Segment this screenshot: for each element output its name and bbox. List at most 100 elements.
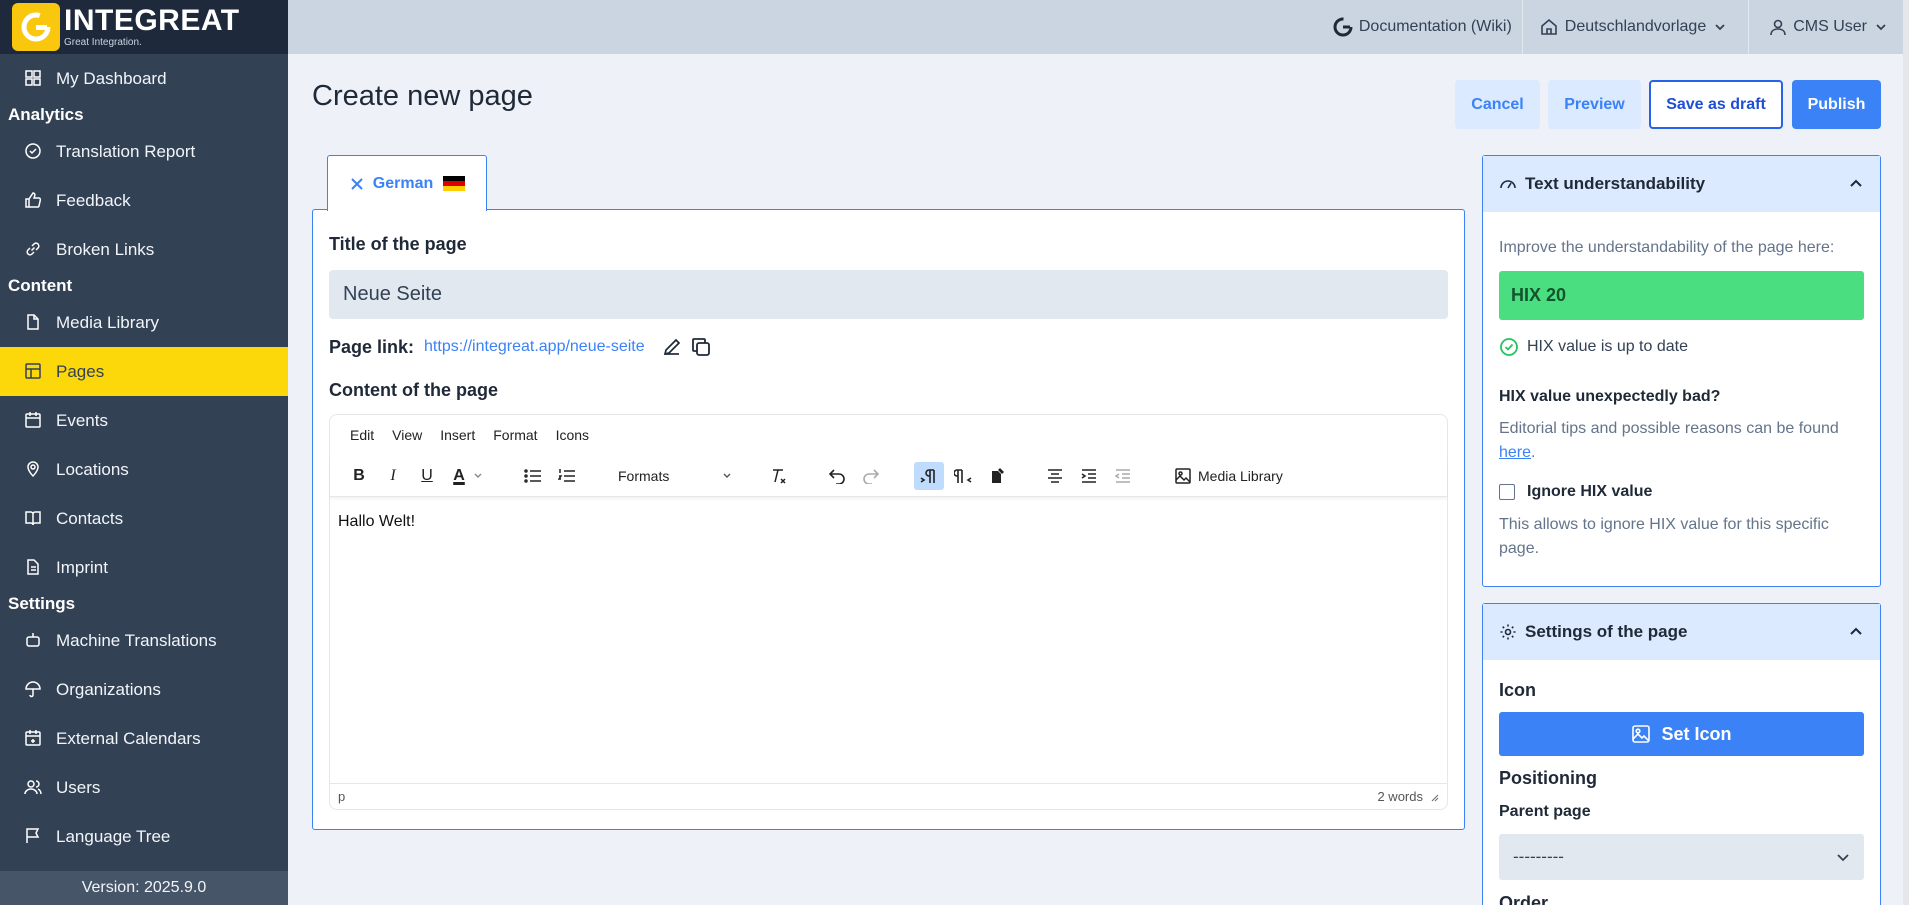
understandability-header[interactable]: Text understandability bbox=[1483, 156, 1880, 212]
close-icon[interactable] bbox=[349, 176, 365, 192]
menu-edit[interactable]: Edit bbox=[350, 427, 374, 443]
menu-icons[interactable]: Icons bbox=[556, 427, 589, 443]
save-draft-button[interactable]: Save as draft bbox=[1649, 80, 1783, 129]
title-input[interactable]: Neue Seite bbox=[329, 270, 1448, 319]
editor-menubar: Edit View Insert Format Icons bbox=[330, 415, 1447, 455]
understandability-title: Text understandability bbox=[1525, 174, 1706, 193]
hix-bad-heading: HIX value unexpectedly bad? bbox=[1499, 388, 1721, 405]
preview-button[interactable]: Preview bbox=[1548, 80, 1641, 129]
editor-statusbar: p 2 words bbox=[330, 783, 1447, 809]
clear-formatting-icon[interactable] bbox=[764, 462, 794, 490]
chevron-up-icon[interactable] bbox=[1848, 176, 1864, 192]
user-menu[interactable]: CMS User bbox=[1748, 0, 1909, 54]
sidebar-item-label: Users bbox=[56, 777, 101, 797]
outdent-icon[interactable] bbox=[1108, 462, 1138, 490]
icon-label: Icon bbox=[1499, 680, 1537, 700]
sidebar-item-broken-links[interactable]: Broken Links bbox=[0, 225, 288, 274]
sidebar-item-label: Broken Links bbox=[56, 239, 155, 259]
page-link-url[interactable]: https://integreat.app/neue-seite bbox=[424, 338, 645, 356]
tab-label: German bbox=[372, 174, 434, 192]
formats-dropdown[interactable]: Formats bbox=[610, 462, 740, 490]
undo-icon[interactable] bbox=[822, 462, 852, 490]
check-circle-icon bbox=[24, 142, 44, 162]
sidebar-item-label: Pages bbox=[56, 361, 105, 381]
set-icon-button[interactable]: Set Icon bbox=[1499, 712, 1864, 756]
bullet-list-icon[interactable] bbox=[518, 462, 548, 490]
menu-view[interactable]: View bbox=[392, 427, 422, 443]
sidebar-item-events[interactable]: Events bbox=[0, 396, 288, 445]
hix-tips-link[interactable]: here bbox=[1499, 444, 1531, 461]
positioning-label: Positioning bbox=[1499, 768, 1597, 788]
sidebar-item-media-library[interactable]: Media Library bbox=[0, 298, 288, 347]
resize-handle-icon[interactable] bbox=[1429, 792, 1439, 802]
logo-tagline: Great Integration. bbox=[64, 37, 142, 48]
word-count: 2 words bbox=[1377, 789, 1423, 804]
ltr-direction-icon[interactable] bbox=[914, 461, 944, 490]
check-circle-icon bbox=[1500, 338, 1518, 356]
sidebar-item-users[interactable]: Users bbox=[0, 763, 288, 812]
ignore-hix-checkbox[interactable] bbox=[1499, 484, 1515, 500]
sidebar-item-label: Imprint bbox=[56, 557, 108, 577]
sidebar-item-imprint[interactable]: Imprint bbox=[0, 543, 288, 592]
sidebar-item-feedback[interactable]: Feedback bbox=[0, 176, 288, 225]
italic-icon[interactable]: I bbox=[378, 462, 408, 490]
section-analytics: Analytics bbox=[8, 105, 84, 124]
sidebar-item-label: Locations bbox=[56, 459, 129, 479]
editor-content[interactable]: Hallo Welt! bbox=[330, 497, 1447, 782]
documentation-link[interactable]: Documentation (Wiki) bbox=[1323, 0, 1522, 54]
sidebar-item-machine-translations[interactable]: Machine Translations bbox=[0, 616, 288, 665]
copy-icon[interactable] bbox=[689, 335, 713, 359]
sidebar-item-dashboard[interactable]: My Dashboard bbox=[0, 54, 288, 103]
cancel-button[interactable]: Cancel bbox=[1455, 80, 1540, 129]
sidebar-item-label: Media Library bbox=[56, 312, 159, 332]
image-icon bbox=[1175, 467, 1191, 484]
users-icon bbox=[24, 778, 44, 798]
parent-page-select[interactable]: --------- bbox=[1499, 834, 1864, 880]
rtl-direction-icon[interactable] bbox=[948, 462, 978, 490]
element-path[interactable]: p bbox=[338, 789, 345, 804]
media-library-button[interactable]: Media Library bbox=[1174, 467, 1283, 485]
align-center-icon[interactable] bbox=[1040, 462, 1070, 490]
page-scrollbar[interactable] bbox=[1903, 0, 1909, 905]
ignore-hix-label: Ignore HIX value bbox=[1527, 483, 1653, 500]
tab-german[interactable]: German bbox=[327, 155, 487, 211]
sidebar-item-organizations[interactable]: Organizations bbox=[0, 665, 288, 714]
region-selector[interactable]: Deutschlandvorlage bbox=[1521, 0, 1748, 54]
link-icon bbox=[24, 240, 44, 260]
numbered-list-icon[interactable] bbox=[552, 462, 582, 490]
sidebar-item-label: Organizations bbox=[56, 679, 161, 699]
sidebar-item-locations[interactable]: Locations bbox=[0, 445, 288, 494]
pencil-icon[interactable] bbox=[661, 336, 683, 358]
sidebar-item-language-tree[interactable]: Language Tree bbox=[0, 812, 288, 861]
menu-format[interactable]: Format bbox=[493, 427, 537, 443]
menu-insert[interactable]: Insert bbox=[440, 427, 475, 443]
sidebar-item-label: Contacts bbox=[56, 508, 124, 528]
underline-icon[interactable]: U bbox=[412, 462, 442, 490]
sidebar-item-external-calendars[interactable]: External Calendars bbox=[0, 714, 288, 763]
page-settings-header[interactable]: Settings of the page bbox=[1483, 604, 1880, 660]
section-content: Content bbox=[8, 276, 73, 295]
logo-name: INTEGREAT bbox=[64, 4, 240, 37]
sidebar: INTEGREAT Great Integration. My Dashboar… bbox=[0, 0, 288, 905]
sidebar-item-translation-report[interactable]: Translation Report bbox=[0, 127, 288, 176]
logo[interactable]: INTEGREAT Great Integration. bbox=[0, 0, 288, 54]
dashboard-icon bbox=[24, 69, 44, 89]
understandability-panel: Text understandability Improve the under… bbox=[1482, 155, 1881, 587]
ignore-hix-row[interactable]: Ignore HIX value bbox=[1499, 483, 1652, 501]
chevron-up-icon[interactable] bbox=[1848, 624, 1864, 640]
publish-button[interactable]: Publish bbox=[1792, 80, 1881, 129]
bold-icon[interactable]: B bbox=[344, 462, 374, 490]
no-translate-icon[interactable] bbox=[982, 462, 1012, 490]
order-label: Order bbox=[1499, 893, 1549, 905]
sidebar-item-contacts[interactable]: Contacts bbox=[0, 494, 288, 543]
redo-icon[interactable] bbox=[856, 462, 886, 490]
indent-icon[interactable] bbox=[1074, 462, 1104, 490]
calendar-plus-icon bbox=[24, 729, 44, 749]
sidebar-item-pages[interactable]: Pages bbox=[0, 347, 288, 396]
media-library-label: Media Library bbox=[1198, 467, 1283, 484]
hix-bad-text: Editorial tips and possible reasons can … bbox=[1499, 420, 1839, 461]
text-color-icon[interactable]: A bbox=[446, 462, 490, 490]
sidebar-item-label: Feedback bbox=[56, 190, 131, 210]
page-title: Create new page bbox=[312, 80, 533, 112]
document-icon bbox=[24, 558, 44, 578]
